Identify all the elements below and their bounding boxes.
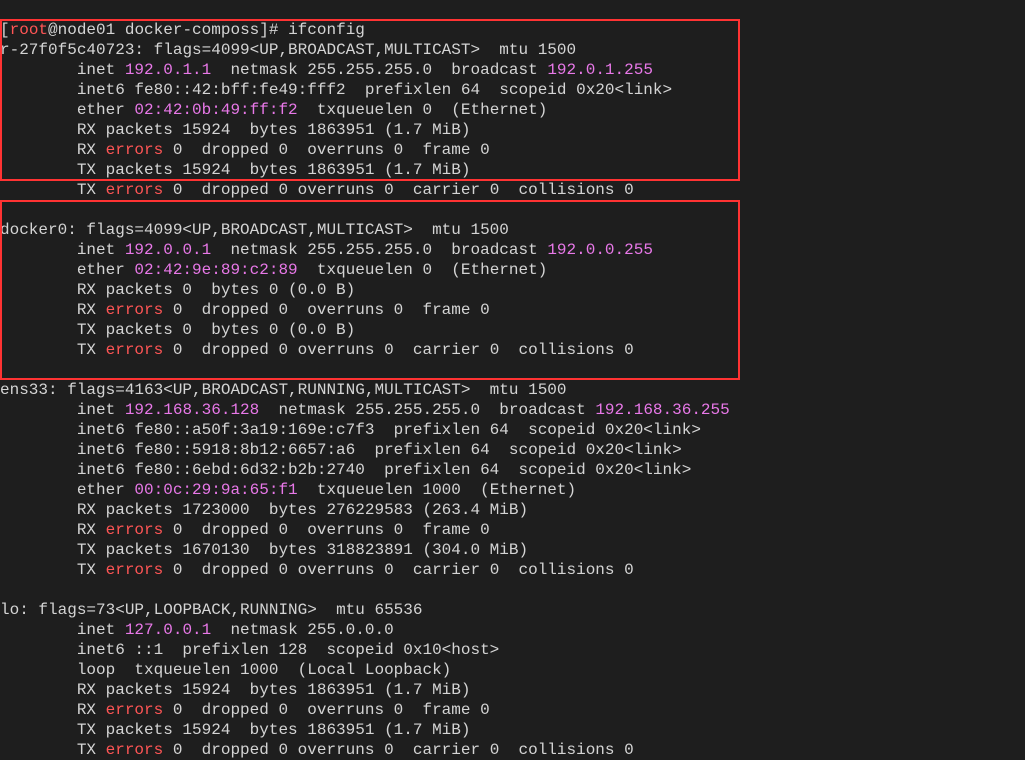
ens33-inet-mid: netmask 255.255.255.0 broadcast bbox=[259, 401, 595, 419]
docker0-tx-err-pre: TX bbox=[0, 341, 106, 359]
docker0-ether: 02:42:9e:89:c2:89 bbox=[134, 261, 297, 279]
lo-rx-err: errors bbox=[106, 701, 164, 719]
br-tx-err-pre: TX bbox=[0, 181, 106, 199]
lo-rx-err-post: 0 dropped 0 overruns 0 frame 0 bbox=[163, 701, 489, 719]
ens33-inet-pre: inet bbox=[0, 401, 125, 419]
ens33-rx-err: errors bbox=[106, 521, 164, 539]
ens33-ether-pre: ether bbox=[0, 481, 134, 499]
docker0-tx-err: errors bbox=[106, 341, 164, 359]
lo-iface-name: lo: bbox=[0, 601, 29, 619]
br-tx-err: errors bbox=[106, 181, 164, 199]
prompt-close: ]# bbox=[259, 21, 288, 39]
docker0-rx-err-pre: RX bbox=[0, 301, 106, 319]
br-tx-err-post: 0 dropped 0 overruns 0 carrier 0 collisi… bbox=[163, 181, 633, 199]
prompt-open: [ bbox=[0, 21, 10, 39]
docker0-inet-mid: netmask 255.255.255.0 broadcast bbox=[211, 241, 547, 259]
ens33-tx-packets: TX packets 1670130 bytes 318823891 (304.… bbox=[0, 541, 528, 559]
ens33-rx-err-pre: RX bbox=[0, 521, 106, 539]
ens33-iface-name: ens33: bbox=[0, 381, 58, 399]
ens33-tx-err: errors bbox=[106, 561, 164, 579]
ens33-rx-packets: RX packets 1723000 bytes 276229583 (263.… bbox=[0, 501, 528, 519]
br-flags: flags=4099<UP,BROADCAST,MULTICAST> mtu 1… bbox=[144, 41, 576, 59]
br-rx-err-pre: RX bbox=[0, 141, 106, 159]
prompt-path: docker-composs bbox=[125, 21, 259, 39]
docker0-iface-name: docker0: bbox=[0, 221, 77, 239]
lo-inet-addr: 127.0.0.1 bbox=[125, 621, 211, 639]
docker0-rx-packets: RX packets 0 bytes 0 (0.0 B) bbox=[0, 281, 355, 299]
br-rx-err-post: 0 dropped 0 overruns 0 frame 0 bbox=[163, 141, 489, 159]
lo-rx-packets: RX packets 15924 bytes 1863951 (1.7 MiB) bbox=[0, 681, 470, 699]
lo-rx-err-pre: RX bbox=[0, 701, 106, 719]
lo-tx-err: errors bbox=[106, 741, 164, 759]
docker0-tx-err-post: 0 dropped 0 overruns 0 carrier 0 collisi… bbox=[163, 341, 633, 359]
terminal-output: [root@node01 docker-composs]# ifconfig r… bbox=[0, 0, 1025, 760]
lo-tx-err-post: 0 dropped 0 overruns 0 carrier 0 collisi… bbox=[163, 741, 633, 759]
lo-loop: loop txqueuelen 1000 (Local Loopback) bbox=[0, 661, 451, 679]
lo-inet-post: netmask 255.0.0.0 bbox=[211, 621, 393, 639]
br-iface-name: r-27f0f5c40723: bbox=[0, 41, 144, 59]
docker0-inet-pre: inet bbox=[0, 241, 125, 259]
docker0-tx-packets: TX packets 0 bytes 0 (0.0 B) bbox=[0, 321, 355, 339]
ens33-tx-err-post: 0 dropped 0 overruns 0 carrier 0 collisi… bbox=[163, 561, 633, 579]
ens33-flags: flags=4163<UP,BROADCAST,RUNNING,MULTICAS… bbox=[58, 381, 567, 399]
br-broadcast: 192.0.1.255 bbox=[547, 61, 653, 79]
lo-tx-packets: TX packets 15924 bytes 1863951 (1.7 MiB) bbox=[0, 721, 470, 739]
docker0-rx-err: errors bbox=[106, 301, 164, 319]
lo-flags: flags=73<UP,LOOPBACK,RUNNING> mtu 65536 bbox=[29, 601, 423, 619]
br-ether: 02:42:0b:49:ff:f2 bbox=[134, 101, 297, 119]
lo-inet6: inet6 ::1 prefixlen 128 scopeid 0x10<hos… bbox=[0, 641, 499, 659]
ens33-inet6c: inet6 fe80::6ebd:6d32:b2b:2740 prefixlen… bbox=[0, 461, 691, 479]
br-tx-packets: TX packets 15924 bytes 1863951 (1.7 MiB) bbox=[0, 161, 470, 179]
br-inet-addr: 192.0.1.1 bbox=[125, 61, 211, 79]
docker0-ether-pre: ether bbox=[0, 261, 134, 279]
br-rx-packets: RX packets 15924 bytes 1863951 (1.7 MiB) bbox=[0, 121, 470, 139]
prompt-space bbox=[115, 21, 125, 39]
br-rx-err: errors bbox=[106, 141, 164, 159]
br-inet-pre: inet bbox=[0, 61, 125, 79]
ens33-tx-err-pre: TX bbox=[0, 561, 106, 579]
ens33-ether: 00:0c:29:9a:65:f1 bbox=[134, 481, 297, 499]
command-text: ifconfig bbox=[288, 21, 365, 39]
prompt-user: root bbox=[10, 21, 48, 39]
br-ether-pre: ether bbox=[0, 101, 134, 119]
ens33-inet-addr: 192.168.36.128 bbox=[125, 401, 259, 419]
ens33-rx-err-post: 0 dropped 0 overruns 0 frame 0 bbox=[163, 521, 489, 539]
ens33-ether-post: txqueuelen 1000 (Ethernet) bbox=[298, 481, 576, 499]
ens33-inet6b: inet6 fe80::5918:8b12:6657:a6 prefixlen … bbox=[0, 441, 682, 459]
ens33-broadcast: 192.168.36.255 bbox=[595, 401, 729, 419]
docker0-flags: flags=4099<UP,BROADCAST,MULTICAST> mtu 1… bbox=[77, 221, 509, 239]
prompt-host: node01 bbox=[58, 21, 116, 39]
docker0-broadcast: 192.0.0.255 bbox=[547, 241, 653, 259]
ens33-inet6a: inet6 fe80::a50f:3a19:169e:c7f3 prefixle… bbox=[0, 421, 701, 439]
docker0-inet-addr: 192.0.0.1 bbox=[125, 241, 211, 259]
br-ether-post: txqueuelen 0 (Ethernet) bbox=[298, 101, 548, 119]
br-inet-mid: netmask 255.255.255.0 broadcast bbox=[211, 61, 547, 79]
lo-inet-pre: inet bbox=[0, 621, 125, 639]
prompt-at: @ bbox=[48, 21, 58, 39]
lo-tx-err-pre: TX bbox=[0, 741, 106, 759]
docker0-ether-post: txqueuelen 0 (Ethernet) bbox=[298, 261, 548, 279]
br-inet6: inet6 fe80::42:bff:fe49:fff2 prefixlen 6… bbox=[0, 81, 672, 99]
docker0-rx-err-post: 0 dropped 0 overruns 0 frame 0 bbox=[163, 301, 489, 319]
